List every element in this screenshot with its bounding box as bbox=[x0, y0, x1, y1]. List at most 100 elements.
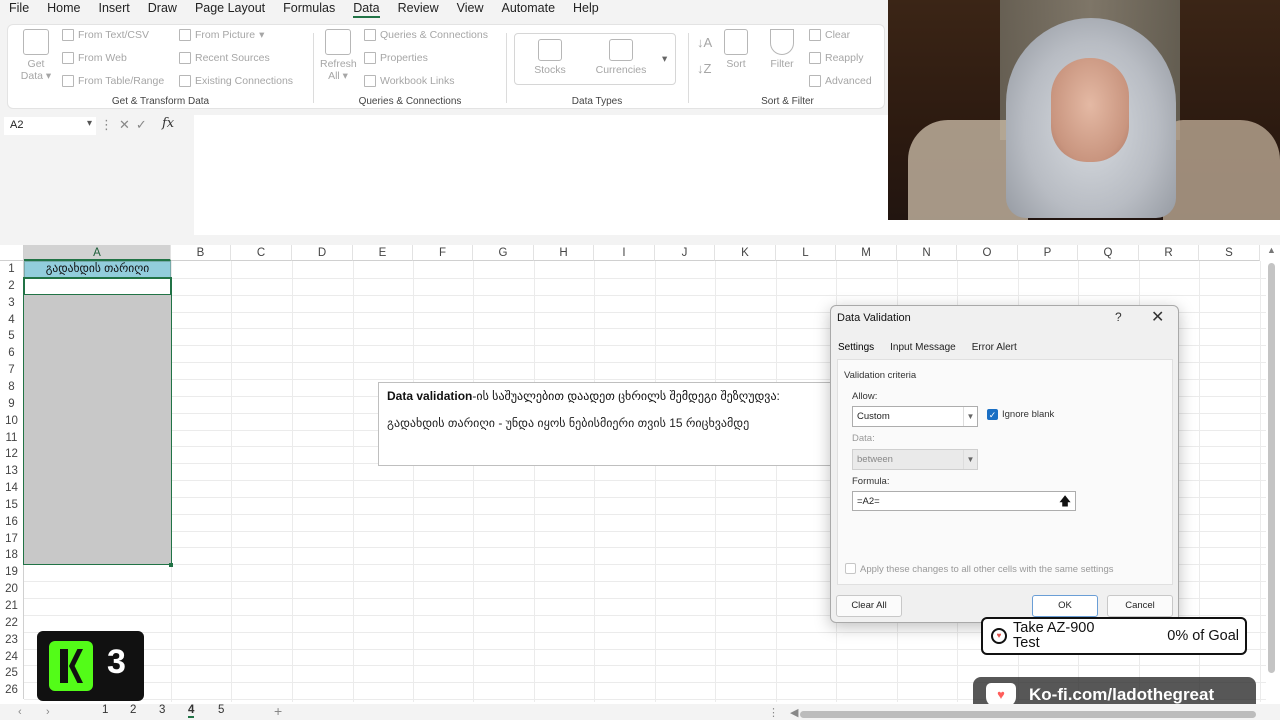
row-header-4[interactable]: 4 bbox=[0, 311, 24, 329]
sort-ascending-icon[interactable]: ↓A bbox=[697, 35, 712, 50]
sheet-tab-2[interactable]: 2 bbox=[130, 704, 136, 716]
from-web-button[interactable]: From Web bbox=[62, 52, 127, 64]
row-header-11[interactable]: 11 bbox=[0, 429, 24, 447]
sheet-tab-4[interactable]: 4 bbox=[188, 704, 195, 718]
column-header-h[interactable]: H bbox=[534, 245, 594, 261]
advanced-button[interactable]: Advanced bbox=[809, 75, 872, 87]
column-header-a[interactable]: A bbox=[24, 245, 171, 261]
queries-connections-button[interactable]: Queries & Connections bbox=[364, 29, 488, 41]
from-table-range-button[interactable]: From Table/Range bbox=[62, 75, 164, 87]
workbook-links-button[interactable]: Workbook Links bbox=[364, 75, 455, 87]
cancel-button[interactable]: Cancel bbox=[1107, 595, 1173, 617]
cancel-icon[interactable]: ✕ bbox=[119, 117, 136, 132]
more-icon[interactable]: ⋮ bbox=[100, 117, 119, 132]
row-header-18[interactable]: 18 bbox=[0, 547, 24, 565]
column-header-g[interactable]: G bbox=[473, 245, 534, 261]
insert-function-button[interactable]: fx bbox=[162, 116, 174, 131]
apply-all-checkbox[interactable] bbox=[845, 563, 856, 574]
cell-a1[interactable]: გადახდის თარიღი bbox=[24, 261, 171, 278]
name-box[interactable]: A2 ▾ bbox=[4, 117, 96, 135]
tab-settings[interactable]: Settings bbox=[838, 342, 874, 353]
row-header-7[interactable]: 7 bbox=[0, 362, 24, 380]
data-types-more-icon[interactable]: ▾ bbox=[662, 53, 667, 65]
menu-view[interactable]: View bbox=[448, 0, 493, 18]
column-header-e[interactable]: E bbox=[353, 245, 413, 261]
column-header-b[interactable]: B bbox=[171, 245, 231, 261]
currencies-button[interactable]: Currencies bbox=[593, 39, 649, 76]
row-header-1[interactable]: 1 bbox=[0, 261, 24, 278]
tab-input-message[interactable]: Input Message bbox=[890, 342, 956, 353]
row-header-24[interactable]: 24 bbox=[0, 648, 24, 666]
column-header-o[interactable]: O bbox=[957, 245, 1018, 261]
clear-button[interactable]: Clear bbox=[809, 29, 850, 41]
row-header-26[interactable]: 26 bbox=[0, 682, 24, 700]
column-header-l[interactable]: L bbox=[776, 245, 836, 261]
row-header-15[interactable]: 15 bbox=[0, 496, 24, 514]
get-data-button[interactable]: Get Data ▾ bbox=[18, 29, 54, 82]
sheet-tab-3[interactable]: 3 bbox=[159, 704, 165, 716]
menu-data[interactable]: Data bbox=[344, 0, 388, 18]
row-header-19[interactable]: 19 bbox=[0, 564, 24, 582]
sheet-tab-5[interactable]: 5 bbox=[218, 704, 224, 716]
row-header-2[interactable]: 2 bbox=[0, 277, 24, 295]
row-header-9[interactable]: 9 bbox=[0, 395, 24, 413]
menu-review[interactable]: Review bbox=[389, 0, 448, 18]
menu-file[interactable]: File bbox=[0, 0, 38, 18]
column-header-r[interactable]: R bbox=[1139, 245, 1199, 261]
menu-draw[interactable]: Draw bbox=[139, 0, 186, 18]
enter-icon[interactable]: ✓ bbox=[136, 117, 153, 132]
row-header-10[interactable]: 10 bbox=[0, 412, 24, 430]
vertical-scrollbar[interactable] bbox=[1268, 263, 1275, 673]
prev-sheet-icon[interactable]: ‹ bbox=[18, 706, 22, 718]
scroll-left-icon[interactable]: ◀ bbox=[790, 706, 798, 719]
column-header-k[interactable]: K bbox=[715, 245, 776, 261]
range-select-icon[interactable]: 🡅 bbox=[1056, 492, 1074, 510]
row-header-14[interactable]: 14 bbox=[0, 480, 24, 498]
filter-button[interactable]: Filter bbox=[767, 29, 797, 70]
reapply-button[interactable]: Reapply bbox=[809, 52, 864, 64]
row-header-5[interactable]: 5 bbox=[0, 328, 24, 346]
ignore-blank-checkbox[interactable]: ✓ bbox=[987, 409, 998, 420]
row-header-22[interactable]: 22 bbox=[0, 614, 24, 632]
menu-page-layout[interactable]: Page Layout bbox=[186, 0, 274, 18]
row-header-25[interactable]: 25 bbox=[0, 665, 24, 683]
fill-handle[interactable] bbox=[169, 563, 173, 567]
allow-select[interactable]: Custom ▼ bbox=[852, 406, 978, 427]
row-header-13[interactable]: 13 bbox=[0, 463, 24, 481]
column-header-n[interactable]: N bbox=[897, 245, 957, 261]
menu-home[interactable]: Home bbox=[38, 0, 89, 18]
sheet-tab-1[interactable]: 1 bbox=[102, 704, 108, 716]
ok-button[interactable]: OK bbox=[1032, 595, 1098, 617]
tab-error-alert[interactable]: Error Alert bbox=[972, 342, 1017, 353]
sort-descending-icon[interactable]: ↓Z bbox=[697, 61, 711, 76]
select-all-corner[interactable] bbox=[0, 245, 24, 261]
menu-help[interactable]: Help bbox=[564, 0, 608, 18]
row-header-12[interactable]: 12 bbox=[0, 446, 24, 464]
scroll-up-icon[interactable]: ▲ bbox=[1267, 245, 1276, 255]
column-header-c[interactable]: C bbox=[231, 245, 292, 261]
menu-automate[interactable]: Automate bbox=[493, 0, 565, 18]
row-header-20[interactable]: 20 bbox=[0, 581, 24, 599]
clear-all-button[interactable]: Clear All bbox=[836, 595, 902, 617]
column-header-d[interactable]: D bbox=[292, 245, 353, 261]
row-header-6[interactable]: 6 bbox=[0, 345, 24, 363]
chevron-down-icon[interactable]: ▼ bbox=[963, 407, 977, 426]
row-header-17[interactable]: 17 bbox=[0, 530, 24, 548]
refresh-all-button[interactable]: Refresh All ▾ bbox=[320, 29, 357, 82]
column-header-q[interactable]: Q bbox=[1078, 245, 1139, 261]
close-icon[interactable]: ✕ bbox=[1151, 307, 1164, 327]
menu-insert[interactable]: Insert bbox=[90, 0, 139, 18]
column-header-s[interactable]: S bbox=[1199, 245, 1260, 261]
from-picture-button[interactable]: From Picture ▾ bbox=[179, 29, 264, 41]
chevron-down-icon[interactable]: ▾ bbox=[87, 118, 92, 129]
sort-button[interactable]: Sort bbox=[723, 29, 749, 70]
task-textbox[interactable]: Data validation-ის საშუალებით დაადეთ ცხრ… bbox=[378, 382, 833, 466]
row-header-16[interactable]: 16 bbox=[0, 513, 24, 531]
row-header-21[interactable]: 21 bbox=[0, 598, 24, 615]
from-text-csv-button[interactable]: From Text/CSV bbox=[62, 29, 149, 41]
recent-sources-button[interactable]: Recent Sources bbox=[179, 52, 270, 64]
column-header-m[interactable]: M bbox=[836, 245, 897, 261]
menu-formulas[interactable]: Formulas bbox=[274, 0, 344, 18]
stocks-button[interactable]: Stocks bbox=[527, 39, 573, 76]
existing-connections-button[interactable]: Existing Connections bbox=[179, 75, 293, 87]
